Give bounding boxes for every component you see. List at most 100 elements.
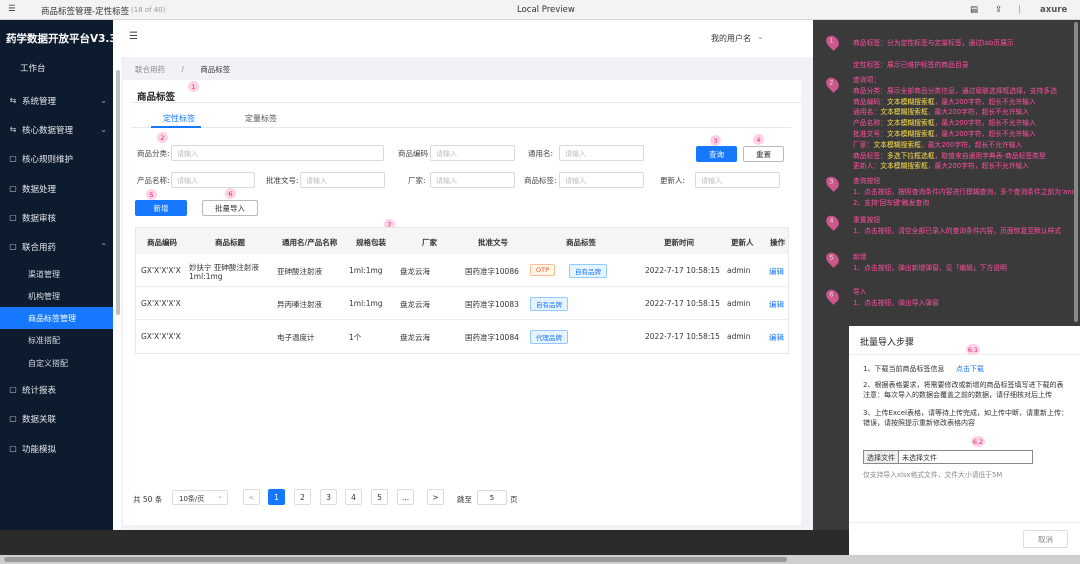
cell-generic: 亚砷酸注射液: [277, 267, 322, 276]
generic-label: 通用名:: [528, 149, 554, 158]
cancel-button[interactable]: 取消: [1023, 530, 1068, 548]
sidebar-subitem-custom[interactable]: 自定义搭配: [0, 352, 113, 374]
sidebar-item-workbench[interactable]: 工作台: [0, 53, 113, 82]
approval-input[interactable]: 请输入: [300, 172, 385, 188]
upload-hint: 仅支持导入xlsx格式文件，文件大小请低于5M: [863, 471, 1003, 479]
document-icon: ▢: [9, 154, 17, 163]
page-button[interactable]: 4: [345, 489, 362, 505]
breadcrumb-current: 商品标签: [200, 65, 231, 74]
breadcrumb-item[interactable]: 联合用药: [135, 65, 165, 74]
sidebar-item-processing[interactable]: ▢ 数据处理: [0, 174, 113, 203]
next-page-button[interactable]: >: [427, 489, 444, 505]
goto-input[interactable]: 5: [477, 490, 507, 505]
share-icon[interactable]: ⇪: [995, 5, 1002, 15]
sidebar-item-label: 工作台: [20, 63, 46, 74]
page-count: (18 of 40): [131, 6, 166, 14]
sidebar-toggle-icon[interactable]: ☰: [8, 4, 16, 14]
sidebar-item-label: 数据关联: [22, 414, 57, 425]
page-unit-label: 页: [510, 495, 518, 504]
sidebar-subitem-org[interactable]: 机构管理: [0, 285, 113, 307]
notes-scrollbar[interactable]: [1074, 22, 1078, 322]
note-line: 1、点击按钮，弹出新增弹窗，见「编辑」下方说明: [853, 263, 1007, 272]
category-input[interactable]: 请输入: [171, 145, 384, 161]
sidebar-item-label: 统计报表: [22, 385, 57, 396]
cell-spec: 1ml:1mg: [349, 266, 383, 275]
breadcrumb-sep: /: [181, 65, 184, 74]
step-3-note: 错误，请按照提示重新修改表格内容: [863, 419, 975, 427]
card-title: 商品标签: [137, 92, 176, 103]
tab-quantitative[interactable]: 定量标签: [245, 113, 277, 124]
cell-approval: 国药准字10086: [465, 267, 519, 276]
scrollbar[interactable]: [116, 70, 120, 315]
step-2-note: 注意：每次导入的数据会覆盖之前的数据，请仔细核对后上传: [863, 391, 1052, 399]
notes-icon[interactable]: ▤: [970, 5, 978, 15]
annotation-pin: 6: [225, 188, 236, 199]
sidebar-item-system[interactable]: ⇆ 系统管理 ⌄: [0, 86, 113, 115]
cell-user: admin: [727, 299, 751, 308]
sidebar-item-sim[interactable]: ▢ 功能模拟: [0, 434, 113, 463]
updater-input[interactable]: 请输入: [695, 172, 780, 188]
product-input[interactable]: 请输入: [171, 172, 255, 188]
query-button[interactable]: 查询: [696, 146, 737, 162]
sidebar-item-core-rules[interactable]: ▢ 核心规则维护: [0, 144, 113, 173]
note-marker-num: 5: [829, 253, 834, 262]
note-line: 1、点击按钮，按照查询条件内容进行模糊查询，多个查询条件之前为'and': [853, 187, 1078, 196]
edit-link[interactable]: 编辑: [769, 299, 784, 310]
product-label: 产品名称:: [137, 176, 170, 185]
menu-fold-icon[interactable]: ☰: [129, 31, 138, 42]
generic-input[interactable]: 请输入: [559, 145, 644, 161]
chevron-up-icon: ⌃: [100, 242, 107, 251]
cell-time: 2022-7-17 10:58:15: [645, 299, 720, 308]
sidebar-subitem-channel[interactable]: 渠道管理: [0, 263, 113, 285]
page-button[interactable]: 2: [294, 489, 311, 505]
edit-link[interactable]: 编辑: [769, 332, 784, 343]
note-line: 厂家：文本模糊搜索框，最大200字符，超长不允许输入: [853, 140, 1023, 149]
maker-input[interactable]: 请输入: [430, 172, 515, 188]
sidebar-subitem-tags[interactable]: 商品标签管理: [0, 307, 113, 329]
sidebar-item-link[interactable]: ▢ 数据关联: [0, 404, 113, 433]
sidebar-item-review[interactable]: ▢ 数据审核: [0, 203, 113, 232]
choose-file-button[interactable]: 选择文件: [864, 451, 899, 463]
file-input[interactable]: 选择文件 未选择文件: [863, 450, 1033, 464]
tag-select[interactable]: 请输入: [559, 172, 644, 188]
tag-badge: OTP: [530, 264, 556, 276]
page-ellipsis[interactable]: ...: [397, 489, 414, 505]
note-line: 通用名：文本模糊搜索框，最大200字符，超长不允许输入: [853, 108, 1030, 117]
sidebar-item-combo[interactable]: ▢ 联合用药 ⌃: [0, 232, 113, 261]
horizontal-scrollbar[interactable]: [0, 555, 1080, 564]
note-line: 重置按钮: [853, 216, 881, 224]
annotation-pin: 5: [146, 189, 157, 200]
sidebar-item-label: 系统管理: [22, 96, 57, 107]
cell-spec: 1个: [349, 333, 362, 342]
note-line: 批准文号：文本模糊搜索框，最大200字符，超长不允许输入: [853, 129, 1036, 138]
import-button[interactable]: 批量导入: [202, 200, 258, 216]
download-link[interactable]: 点击下载: [956, 364, 984, 374]
reset-button[interactable]: 重置: [743, 146, 784, 162]
add-button[interactable]: 新增: [135, 200, 187, 216]
annotation-pin: 6.2: [971, 436, 985, 447]
note-line: 定性标签：展示已维护标签的商品目录: [853, 60, 969, 69]
page-button[interactable]: 1: [268, 489, 285, 505]
prev-page-button[interactable]: <: [243, 489, 260, 505]
tag-badge: 代理品牌: [530, 330, 568, 344]
scrollbar-thumb[interactable]: [4, 557, 787, 562]
page-button[interactable]: 5: [371, 489, 388, 505]
cell-code: GX'X'X'X'X: [141, 266, 181, 275]
breadcrumb: 联合用药 / 商品标签: [135, 64, 230, 75]
app-title: 药学数据开放平台V3.3: [6, 33, 117, 45]
sidebar-subitem-standard[interactable]: 标准搭配: [0, 329, 113, 351]
edit-link[interactable]: 编辑: [769, 266, 784, 277]
cell-generic: 异丙嗪注射液: [277, 300, 322, 309]
tab-qualitative[interactable]: 定性标签: [163, 113, 195, 124]
code-input[interactable]: 请输入: [430, 145, 515, 161]
page-size-select[interactable]: 10条/页 ⌄: [172, 490, 228, 505]
tag-label: 商品标签:: [524, 176, 557, 185]
user-name[interactable]: 我的用户名: [711, 33, 751, 44]
col-header: 商品标题: [215, 238, 245, 247]
chevron-down-icon[interactable]: ⌄: [757, 32, 764, 41]
tag-badge: 自有品牌: [569, 264, 607, 278]
header: ☰ 我的用户名 ⌄: [121, 20, 813, 57]
sidebar-item-stats[interactable]: ▢ 统计报表: [0, 375, 113, 404]
page-button[interactable]: 3: [320, 489, 337, 505]
sidebar-item-core-data[interactable]: ⇆ 核心数据管理 ⌄: [0, 115, 113, 144]
